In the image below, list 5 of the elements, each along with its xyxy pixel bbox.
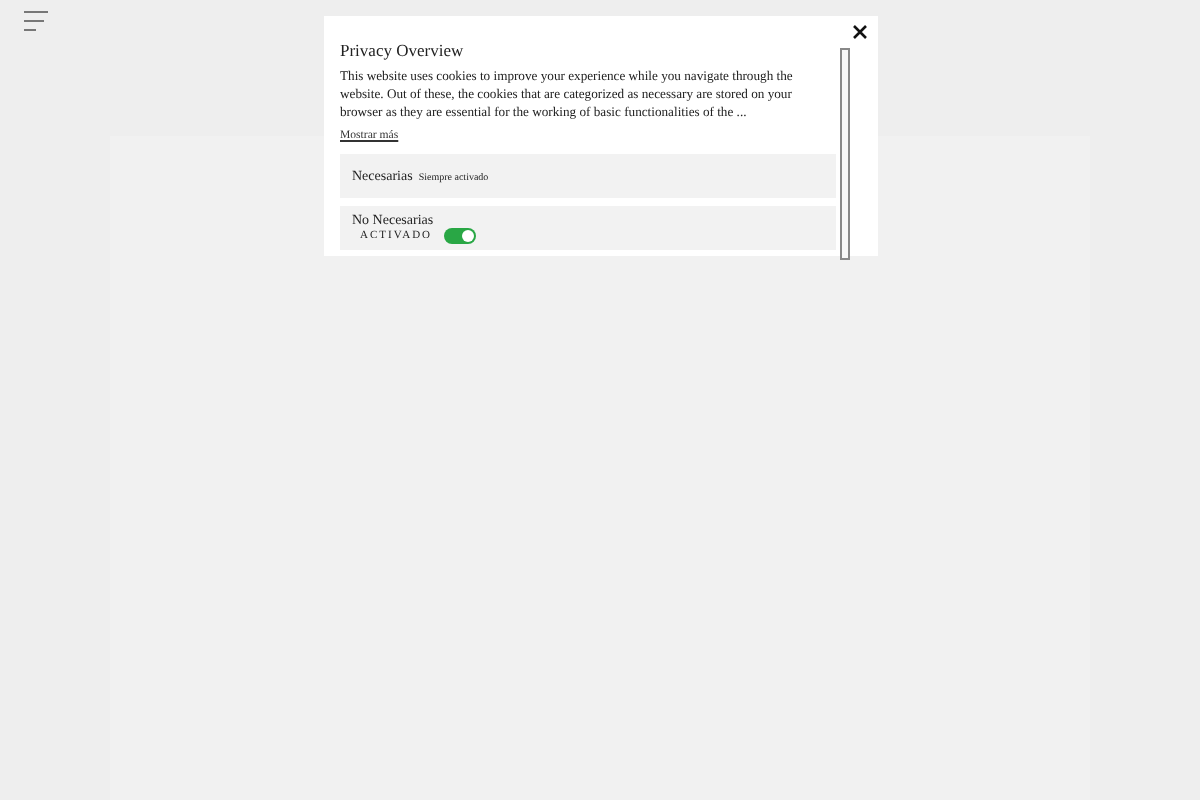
menu-icon[interactable] — [24, 10, 48, 32]
dialog-title: Privacy Overview — [340, 40, 466, 60]
toggle-switch[interactable] — [444, 227, 477, 244]
scrollbar[interactable] — [840, 48, 850, 260]
close-icon[interactable] — [852, 24, 868, 40]
